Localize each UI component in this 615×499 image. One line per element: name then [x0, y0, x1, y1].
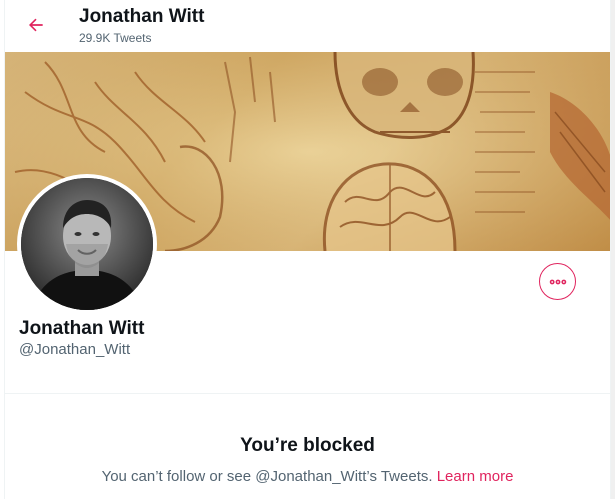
blocked-message: You can’t follow or see @Jonathan_Witt’s…: [5, 468, 610, 485]
avatar[interactable]: [17, 174, 157, 314]
avatar-image: [21, 178, 153, 310]
back-button[interactable]: [19, 8, 53, 42]
header-name: Jonathan Witt: [79, 6, 205, 27]
profile-handle: @Jonathan_Witt: [19, 341, 131, 358]
profile-page: Jonathan Witt 29.9K Tweets Jonathan Witt…: [4, 0, 611, 499]
top-bar: Jonathan Witt 29.9K Tweets: [5, 0, 610, 52]
arrow-left-icon: [29, 18, 43, 32]
profile-display-name: Jonathan Witt: [19, 318, 145, 339]
scrollbar[interactable]: [611, 0, 615, 499]
blocked-message-text: You can’t follow or see @Jonathan_Witt’s…: [101, 468, 437, 485]
more-horizontal-icon: [549, 279, 566, 284]
header-tweet-count: 29.9K Tweets: [79, 31, 152, 45]
blocked-title: You’re blocked: [240, 435, 375, 456]
more-button[interactable]: [539, 263, 576, 300]
learn-more-link[interactable]: Learn more: [437, 468, 514, 485]
divider: [5, 393, 610, 394]
